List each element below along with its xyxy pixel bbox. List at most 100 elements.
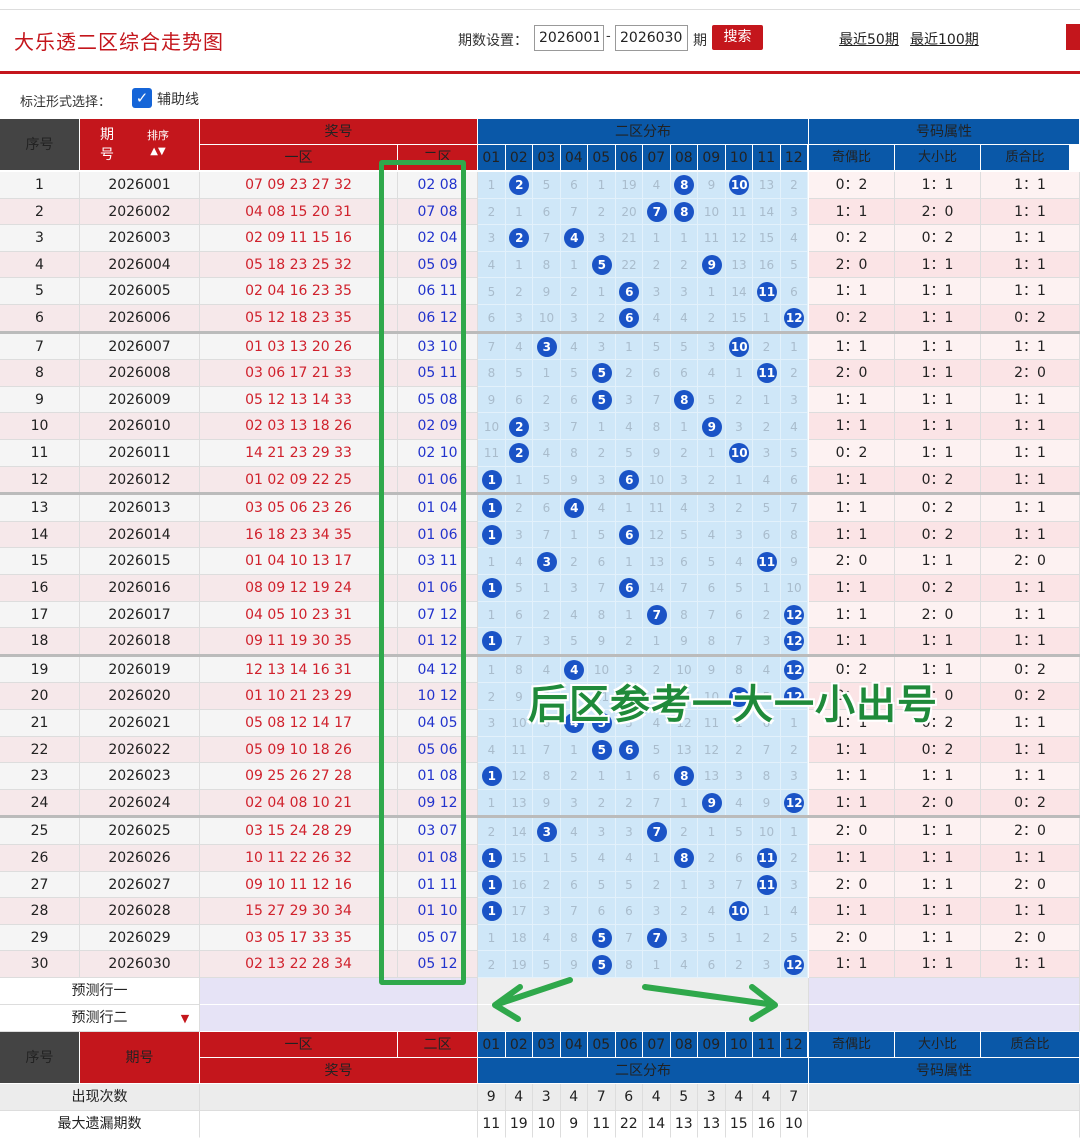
- row-prime: 1：1: [981, 440, 1080, 467]
- miss-count: 8: [680, 607, 688, 622]
- miss-count: 1: [680, 796, 688, 811]
- dist-cell: 1: [588, 278, 616, 305]
- dist-cell: 5: [560, 628, 588, 655]
- dist-cell: 7: [780, 495, 808, 522]
- miss-count: 7: [570, 904, 578, 919]
- miss-count: 9: [707, 178, 716, 193]
- row-big-small: 1：1: [895, 951, 981, 978]
- miss-count: 3: [735, 769, 743, 784]
- row-seq: 6: [0, 305, 80, 332]
- row-big-small: 1：1: [895, 924, 981, 952]
- miss-count: 10: [538, 311, 555, 326]
- max-miss-count: 16: [753, 1111, 781, 1138]
- miss-count: 4: [680, 957, 688, 972]
- miss-count: 6: [515, 607, 523, 622]
- header-col-09: 09: [698, 145, 726, 171]
- row-odd-even: 1：1: [809, 628, 895, 655]
- dist-cell: 1: [753, 898, 781, 925]
- dist-cell: 3: [670, 466, 698, 494]
- miss-count: 2: [542, 877, 551, 892]
- recent-50-link[interactable]: 最近50期: [839, 29, 899, 49]
- dist-cell: 4: [615, 413, 643, 440]
- guide-line-checkbox[interactable]: ✓: [132, 88, 152, 108]
- period-from-input[interactable]: [534, 25, 604, 51]
- search-button[interactable]: 搜索: [712, 25, 763, 50]
- dist-cell: 3: [533, 333, 561, 361]
- sort-toggle[interactable]: 排序: [140, 128, 176, 144]
- dist-cell: 5: [643, 736, 671, 764]
- miss-count: 3: [625, 824, 633, 839]
- miss-count: 3: [790, 877, 798, 892]
- row-period: 2026011: [80, 440, 200, 467]
- drawn-ball: 12: [784, 793, 805, 814]
- drawn-ball: 3: [536, 821, 557, 842]
- row-seq: 8: [0, 360, 80, 387]
- dist-cell: 6: [643, 763, 671, 790]
- dist-cell: 4: [698, 360, 726, 387]
- menu-button[interactable]: [1066, 24, 1080, 50]
- row-front-numbers: 01 04 10 13 17: [200, 548, 398, 575]
- highlight-box: [379, 160, 466, 985]
- miss-count: 9: [762, 796, 771, 811]
- row-prime: 2：0: [981, 924, 1080, 952]
- drawn-ball: 1: [481, 874, 502, 895]
- miss-count: 2: [570, 284, 578, 299]
- miss-count: 15: [511, 851, 527, 866]
- drawn-ball: 6: [619, 469, 640, 490]
- dist-cell: 7: [643, 601, 671, 629]
- miss-count: 7: [570, 204, 578, 219]
- period-unit-label: 期: [693, 33, 707, 49]
- row-big-small: 0：2: [895, 495, 981, 522]
- row-seq: 25: [0, 818, 80, 845]
- dist-cell: 2: [780, 845, 808, 872]
- miss-count: 5: [515, 366, 523, 381]
- max-miss-count: 22: [615, 1111, 643, 1138]
- miss-count: 7: [680, 581, 688, 596]
- row-period: 2026021: [80, 710, 200, 737]
- dist-cell: 2: [478, 198, 506, 226]
- drawn-ball: 5: [591, 363, 612, 384]
- right-arrow: [642, 984, 778, 1022]
- dist-cell: 1: [478, 601, 506, 629]
- dist-cell: 3: [780, 763, 808, 790]
- dist-cell: 2: [615, 789, 643, 817]
- dist-cell: 2: [533, 871, 561, 899]
- drawn-ball: 5: [591, 255, 612, 276]
- dist-cell: 21: [615, 225, 643, 252]
- dist-cell: 1: [588, 763, 616, 790]
- recent-100-link[interactable]: 最近100期: [910, 29, 979, 49]
- dist-cell: 4: [560, 601, 588, 629]
- annotation-text: 后区参考一大一小出号: [528, 681, 938, 728]
- row-prime: 1：1: [981, 386, 1080, 414]
- miss-count: 2: [735, 393, 743, 408]
- miss-count: 6: [570, 178, 578, 193]
- row-odd-even: 1：1: [809, 466, 895, 494]
- miss-count: 8: [487, 366, 496, 381]
- miss-count: 2: [735, 957, 743, 972]
- dist-cell: 14: [505, 818, 533, 845]
- dist-cell: 3: [725, 413, 753, 440]
- dist-cell: 3: [615, 818, 643, 845]
- miss-count: 7: [625, 931, 633, 946]
- row-prime: 1：1: [981, 898, 1080, 925]
- header-prime: 质合比: [981, 145, 1070, 171]
- miss-count: 2: [597, 446, 606, 461]
- miss-count: 21: [621, 231, 637, 246]
- dist-cell: 1: [588, 413, 616, 440]
- miss-count: 2: [625, 634, 633, 649]
- miss-count: 14: [758, 204, 775, 219]
- drawn-ball: 11: [756, 848, 777, 869]
- row-seq: 16: [0, 575, 80, 602]
- miss-count: 2: [597, 311, 606, 326]
- drawn-ball: 2: [509, 416, 530, 437]
- period-to-input[interactable]: [615, 25, 688, 51]
- dist-cell: 14: [725, 278, 753, 305]
- dist-cell: 6: [615, 305, 643, 332]
- row-front-numbers: 04 08 15 20 31: [200, 198, 398, 226]
- row-front-numbers: 14 21 23 29 33: [200, 440, 398, 467]
- miss-count: 5: [707, 554, 716, 569]
- miss-count: 3: [625, 393, 633, 408]
- miss-count: 1: [515, 472, 523, 487]
- dist-cell: 6: [615, 736, 643, 764]
- dist-cell: 1: [478, 495, 506, 522]
